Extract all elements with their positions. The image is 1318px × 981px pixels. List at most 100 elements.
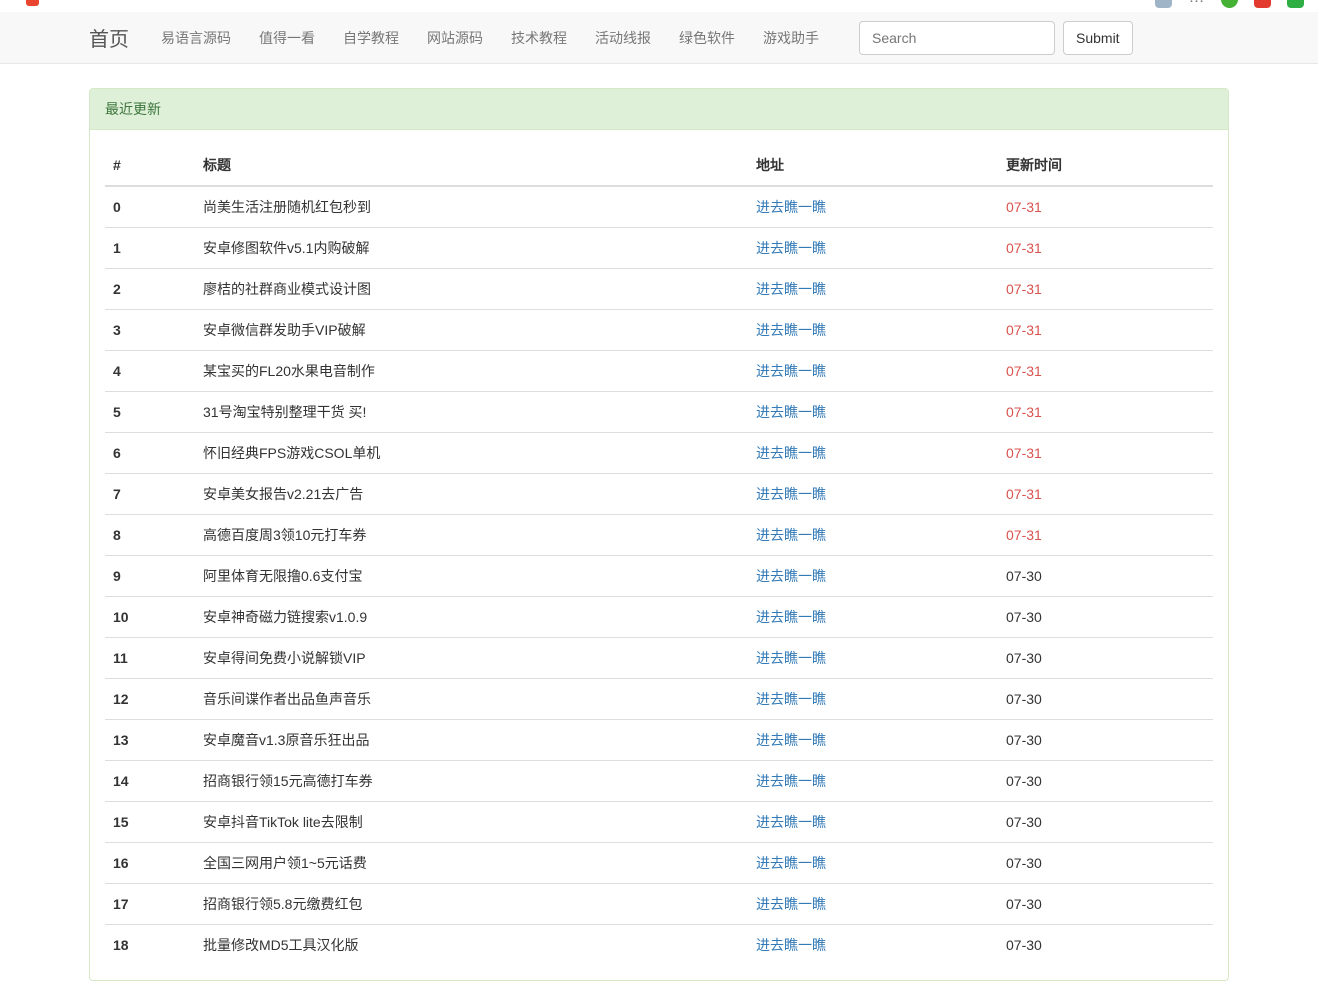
- header-date: 更新时间: [998, 145, 1213, 186]
- table-row: 6 怀旧经典FPS游戏CSOL单机 进去瞧一瞧 07-31: [105, 433, 1213, 474]
- row-link[interactable]: 进去瞧一瞧: [756, 568, 826, 584]
- row-link-cell: 进去瞧一瞧: [748, 310, 998, 351]
- row-title: 尚美生活注册随机红包秒到: [195, 186, 748, 228]
- row-title: 招商银行领5.8元缴费红包: [195, 884, 748, 925]
- row-title: 安卓得间免费小说解锁VIP: [195, 638, 748, 679]
- row-link[interactable]: 进去瞧一瞧: [756, 445, 826, 461]
- row-index: 1: [105, 228, 195, 269]
- nav-item-4[interactable]: 技术教程: [497, 28, 581, 48]
- row-link[interactable]: 进去瞧一瞧: [756, 937, 826, 953]
- row-title: 安卓修图软件v5.1内购破解: [195, 228, 748, 269]
- row-link[interactable]: 进去瞧一瞧: [756, 486, 826, 502]
- header-title: 标题: [195, 145, 748, 186]
- browser-top-strip: …: [0, 0, 1318, 12]
- row-index: 13: [105, 720, 195, 761]
- row-link[interactable]: 进去瞧一瞧: [756, 855, 826, 871]
- row-index: 11: [105, 638, 195, 679]
- nav-links: 易语言源码值得一看自学教程网站源码技术教程活动线报绿色软件游戏助手: [147, 28, 833, 48]
- row-index: 12: [105, 679, 195, 720]
- row-title: 阿里体育无限撸0.6支付宝: [195, 556, 748, 597]
- row-link[interactable]: 进去瞧一瞧: [756, 404, 826, 420]
- row-link[interactable]: 进去瞧一瞧: [756, 691, 826, 707]
- table-row: 12 音乐间谍作者出品鱼声音乐 进去瞧一瞧 07-30: [105, 679, 1213, 720]
- nav-brand-home[interactable]: 首页: [89, 23, 147, 52]
- main-navbar: 首页 易语言源码值得一看自学教程网站源码技术教程活动线报绿色软件游戏助手 Sub…: [0, 12, 1318, 64]
- row-title: 廖桔的社群商业模式设计图: [195, 269, 748, 310]
- row-date: 07-30: [998, 843, 1213, 884]
- row-title: 31号淘宝特别整理干货 买!: [195, 392, 748, 433]
- row-link[interactable]: 进去瞧一瞧: [756, 773, 826, 789]
- row-link[interactable]: 进去瞧一瞧: [756, 199, 826, 215]
- row-index: 5: [105, 392, 195, 433]
- row-link-cell: 进去瞧一瞧: [748, 186, 998, 228]
- row-link[interactable]: 进去瞧一瞧: [756, 650, 826, 666]
- row-index: 0: [105, 186, 195, 228]
- table-header-row: # 标题 地址 更新时间: [105, 145, 1213, 186]
- table-row: 9 阿里体育无限撸0.6支付宝 进去瞧一瞧 07-30: [105, 556, 1213, 597]
- row-link[interactable]: 进去瞧一瞧: [756, 527, 826, 543]
- row-title: 安卓神奇磁力链搜索v1.0.9: [195, 597, 748, 638]
- row-link-cell: 进去瞧一瞧: [748, 761, 998, 802]
- row-link[interactable]: 进去瞧一瞧: [756, 609, 826, 625]
- row-link-cell: 进去瞧一瞧: [748, 474, 998, 515]
- row-link-cell: 进去瞧一瞧: [748, 925, 998, 966]
- row-link-cell: 进去瞧一瞧: [748, 351, 998, 392]
- row-link[interactable]: 进去瞧一瞧: [756, 814, 826, 830]
- row-date: 07-31: [998, 269, 1213, 310]
- row-link[interactable]: 进去瞧一瞧: [756, 322, 826, 338]
- row-index: 17: [105, 884, 195, 925]
- table-body: 0 尚美生活注册随机红包秒到 进去瞧一瞧 07-31 1 安卓修图软件v5.1内…: [105, 186, 1213, 965]
- row-date: 07-30: [998, 556, 1213, 597]
- nav-item-5[interactable]: 活动线报: [581, 28, 665, 48]
- row-title: 安卓美女报告v2.21去广告: [195, 474, 748, 515]
- panel-title: 最近更新: [90, 89, 1228, 130]
- row-link-cell: 进去瞧一瞧: [748, 392, 998, 433]
- row-date: 07-30: [998, 720, 1213, 761]
- row-date: 07-30: [998, 802, 1213, 843]
- row-date: 07-30: [998, 679, 1213, 720]
- row-link-cell: 进去瞧一瞧: [748, 638, 998, 679]
- row-link-cell: 进去瞧一瞧: [748, 556, 998, 597]
- table-row: 8 高德百度周3领10元打车券 进去瞧一瞧 07-31: [105, 515, 1213, 556]
- nav-item-2[interactable]: 自学教程: [329, 28, 413, 48]
- nav-item-0[interactable]: 易语言源码: [147, 28, 245, 48]
- recent-updates-panel: 最近更新 # 标题 地址 更新时间 0 尚美生活注册随机红包秒到 进去瞧一瞧 0…: [89, 88, 1229, 981]
- topbar-icons: …: [1155, 0, 1304, 8]
- row-index: 6: [105, 433, 195, 474]
- table-row: 3 安卓微信群发助手VIP破解 进去瞧一瞧 07-31: [105, 310, 1213, 351]
- red-favicon-fragment: [26, 0, 39, 6]
- row-link[interactable]: 进去瞧一瞧: [756, 732, 826, 748]
- row-date: 07-30: [998, 597, 1213, 638]
- nav-item-1[interactable]: 值得一看: [245, 28, 329, 48]
- nav-item-3[interactable]: 网站源码: [413, 28, 497, 48]
- search-input[interactable]: [859, 21, 1055, 55]
- row-date: 07-31: [998, 186, 1213, 228]
- row-title: 怀旧经典FPS游戏CSOL单机: [195, 433, 748, 474]
- row-link-cell: 进去瞧一瞧: [748, 802, 998, 843]
- row-link-cell: 进去瞧一瞧: [748, 843, 998, 884]
- green-square-favicon: [1287, 0, 1304, 8]
- row-date: 07-31: [998, 474, 1213, 515]
- nav-item-6[interactable]: 绿色软件: [665, 28, 749, 48]
- table-row: 1 安卓修图软件v5.1内购破解 进去瞧一瞧 07-31: [105, 228, 1213, 269]
- main-container: 最近更新 # 标题 地址 更新时间 0 尚美生活注册随机红包秒到 进去瞧一瞧 0…: [89, 88, 1229, 981]
- ellipsis-favicon: …: [1188, 0, 1205, 8]
- nav-item-7[interactable]: 游戏助手: [749, 28, 833, 48]
- row-date: 07-31: [998, 515, 1213, 556]
- submit-button[interactable]: Submit: [1063, 21, 1133, 55]
- row-link-cell: 进去瞧一瞧: [748, 269, 998, 310]
- row-link-cell: 进去瞧一瞧: [748, 515, 998, 556]
- row-index: 16: [105, 843, 195, 884]
- image-favicon: [1155, 0, 1172, 8]
- row-title: 招商银行领15元高德打车券: [195, 761, 748, 802]
- row-link[interactable]: 进去瞧一瞧: [756, 281, 826, 297]
- row-link[interactable]: 进去瞧一瞧: [756, 240, 826, 256]
- row-link-cell: 进去瞧一瞧: [748, 433, 998, 474]
- row-index: 4: [105, 351, 195, 392]
- row-link[interactable]: 进去瞧一瞧: [756, 896, 826, 912]
- table-row: 10 安卓神奇磁力链搜索v1.0.9 进去瞧一瞧 07-30: [105, 597, 1213, 638]
- table-row: 4 某宝买的FL20水果电音制作 进去瞧一瞧 07-31: [105, 351, 1213, 392]
- row-index: 2: [105, 269, 195, 310]
- row-link[interactable]: 进去瞧一瞧: [756, 363, 826, 379]
- row-index: 3: [105, 310, 195, 351]
